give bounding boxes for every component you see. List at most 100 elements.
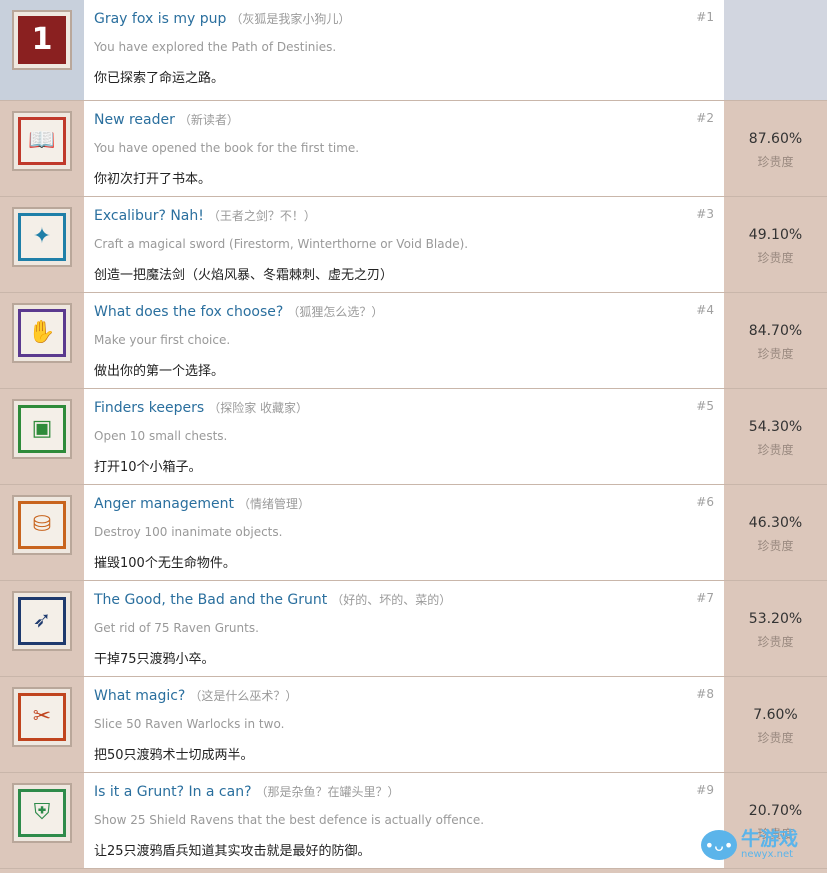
achievement-title: The Good, the Bad and the Grunt （好的、坏的、菜的…: [94, 591, 451, 608]
raven-icon: ➶: [18, 597, 66, 645]
achievement-desc-cn: 干掉75只渡鸦小卒。: [94, 652, 215, 667]
title-en: What magic?: [94, 688, 186, 704]
rarity-label: 珍贵度: [757, 347, 794, 361]
text-cell: Gray fox is my pup （灰狐是我家小狗儿） You have ex…: [84, 0, 724, 100]
achievement-desc: Craft a magical sword (Firestorm, Winter…: [94, 237, 469, 251]
achievement-number: #9: [696, 783, 714, 797]
title-cn: （那是杂鱼？在罐头里？）: [255, 785, 400, 799]
achievement-badge: ✦: [12, 207, 72, 267]
text-cell: Anger management （情绪管理） Destroy 100 inani…: [84, 485, 724, 580]
title-cn: （新读者）: [178, 113, 239, 127]
achievement-desc-cn: 创造一把魔法剑（火焰风暴、冬霜棘刺、虚无之刃）: [94, 268, 394, 283]
achievement-desc: Open 10 small chests.: [94, 429, 228, 443]
icon-cell: ⛁: [0, 485, 84, 580]
unlock-percent: 54.30%: [748, 419, 803, 435]
achievement-desc-cn: 摧毁100个无生命物件。: [94, 556, 236, 571]
rarity-label: 珍贵度: [757, 731, 794, 745]
text-cell: Finders keepers （探险家 收藏家） Open 10 small c…: [84, 389, 724, 484]
percent-cell: 53.20% 珍贵度: [724, 581, 827, 676]
icon-cell: ▣: [0, 389, 84, 484]
icon-cell: ⛨: [0, 773, 84, 868]
title-cn: （狐狸怎么选？）: [287, 305, 384, 319]
icon-cell: 1: [0, 0, 84, 100]
title-en: Gray fox is my pup: [94, 11, 227, 27]
achievement-number: #5: [696, 399, 714, 413]
achievement-row: ➶ The Good, the Bad and the Grunt （好的、坏的、…: [0, 581, 827, 677]
unlock-percent: 87.60%: [748, 131, 803, 147]
achievement-badge: ✋: [12, 303, 72, 363]
achievement-desc: Destroy 100 inanimate objects.: [94, 525, 283, 539]
unlock-percent: 20.70%: [748, 803, 803, 819]
unlock-percent: 7.60%: [753, 707, 798, 723]
rarity-label: 珍贵度: [757, 251, 794, 265]
achievement-desc: Slice 50 Raven Warlocks in two.: [94, 717, 285, 731]
unlock-percent: 53.20%: [748, 611, 803, 627]
percent-cell: 49.10% 珍贵度: [724, 197, 827, 292]
rarity-label: 珍贵度: [757, 539, 794, 553]
achievement-title: Finders keepers （探险家 收藏家）: [94, 399, 308, 416]
achievement-badge: ▣: [12, 399, 72, 459]
achievement-badge: ⛁: [12, 495, 72, 555]
unlock-percent: 46.30%: [748, 515, 803, 531]
achievement-desc-cn: 你已探索了命运之路。: [94, 71, 225, 86]
achievement-badge: ➶: [12, 591, 72, 651]
percent-cell: 54.30% 珍贵度: [724, 389, 827, 484]
achievement-desc: You have opened the book for the first t…: [94, 141, 360, 155]
achievement-desc-cn: 把50只渡鸦术士切成两半。: [94, 748, 254, 763]
achievement-desc: Make your first choice.: [94, 333, 231, 347]
title-cn: （好的、坏的、菜的）: [331, 593, 452, 607]
title-cn: （王者之剑？不！）: [207, 209, 316, 223]
icon-cell: ➶: [0, 581, 84, 676]
achievement-badge: ⛨: [12, 783, 72, 843]
title-en: Is it a Grunt? In a can?: [94, 784, 252, 800]
percent-cell: 84.70% 珍贵度: [724, 293, 827, 388]
achievement-row: ✦ Excalibur? Nah! （王者之剑？不！） Craft a magic…: [0, 197, 827, 293]
achievement-desc-cn: 打开10个小箱子。: [94, 460, 202, 475]
text-cell: The Good, the Bad and the Grunt （好的、坏的、菜的…: [84, 581, 724, 676]
achievement-number: #2: [696, 111, 714, 125]
text-cell: New reader （新读者） You have opened the book…: [84, 101, 724, 196]
achievement-number: #4: [696, 303, 714, 317]
title-cn: （灰狐是我家小狗儿）: [230, 12, 351, 26]
achievement-desc: Show 25 Shield Ravens that the best defe…: [94, 813, 485, 827]
text-cell: What does the fox choose? （狐狸怎么选？） Make y…: [84, 293, 724, 388]
percent-cell: 87.60% 珍贵度: [724, 101, 827, 196]
achievement-number: #6: [696, 495, 714, 509]
title-en: The Good, the Bad and the Grunt: [94, 592, 328, 608]
chest-icon: ▣: [18, 405, 66, 453]
text-cell: What magic? （这是什么巫术？） Slice 50 Raven Warl…: [84, 677, 724, 772]
achievement-title: Is it a Grunt? In a can? （那是杂鱼？在罐头里？）: [94, 783, 400, 800]
title-en: Finders keepers: [94, 400, 205, 416]
unlock-percent: 49.10%: [748, 227, 803, 243]
achievement-number: #3: [696, 207, 714, 221]
achievement-row: ⛁ Anger management （情绪管理） Destroy 100 ina…: [0, 485, 827, 581]
achievement-title: Gray fox is my pup （灰狐是我家小狗儿）: [94, 10, 350, 27]
icon-cell: ✂: [0, 677, 84, 772]
watermark-name: 牛游戏: [741, 828, 799, 850]
hands-icon: ✋: [18, 309, 66, 357]
achievement-row: 📖 New reader （新读者） You have opened the bo…: [0, 101, 827, 197]
achievement-row: ✂ What magic? （这是什么巫术？） Slice 50 Raven Wa…: [0, 677, 827, 773]
crystal-sword-icon: ✦: [18, 213, 66, 261]
title-en: Excalibur? Nah!: [94, 208, 204, 224]
title-en: What does the fox choose?: [94, 304, 284, 320]
title-en: Anger management: [94, 496, 234, 512]
achievement-list: 1 Gray fox is my pup （灰狐是我家小狗儿） You have …: [0, 0, 827, 869]
book-icon: 📖: [18, 117, 66, 165]
icon-cell: ✋: [0, 293, 84, 388]
shield-can-icon: ⛨: [18, 789, 66, 837]
percent-cell: 46.30% 珍贵度: [724, 485, 827, 580]
achievement-title: What magic? （这是什么巫术？）: [94, 687, 297, 704]
achievement-desc-cn: 让25只渡鸦盾兵知道其实攻击就是最好的防御。: [94, 844, 371, 859]
warlock-icon: ✂: [18, 693, 66, 741]
achievement-title: Anger management （情绪管理）: [94, 495, 310, 512]
achievement-title: New reader （新读者）: [94, 111, 239, 128]
watermark: •ᴗ• 牛游戏 newyx.net: [701, 823, 821, 867]
number-one-icon: 1: [18, 16, 66, 64]
achievement-title: Excalibur? Nah! （王者之剑？不！）: [94, 207, 316, 224]
unlock-percent: 84.70%: [748, 323, 803, 339]
watermark-url: newyx.net: [741, 849, 794, 860]
achievement-number: #7: [696, 591, 714, 605]
achievement-badge: 1: [12, 10, 72, 70]
text-cell: Excalibur? Nah! （王者之剑？不！） Craft a magical…: [84, 197, 724, 292]
